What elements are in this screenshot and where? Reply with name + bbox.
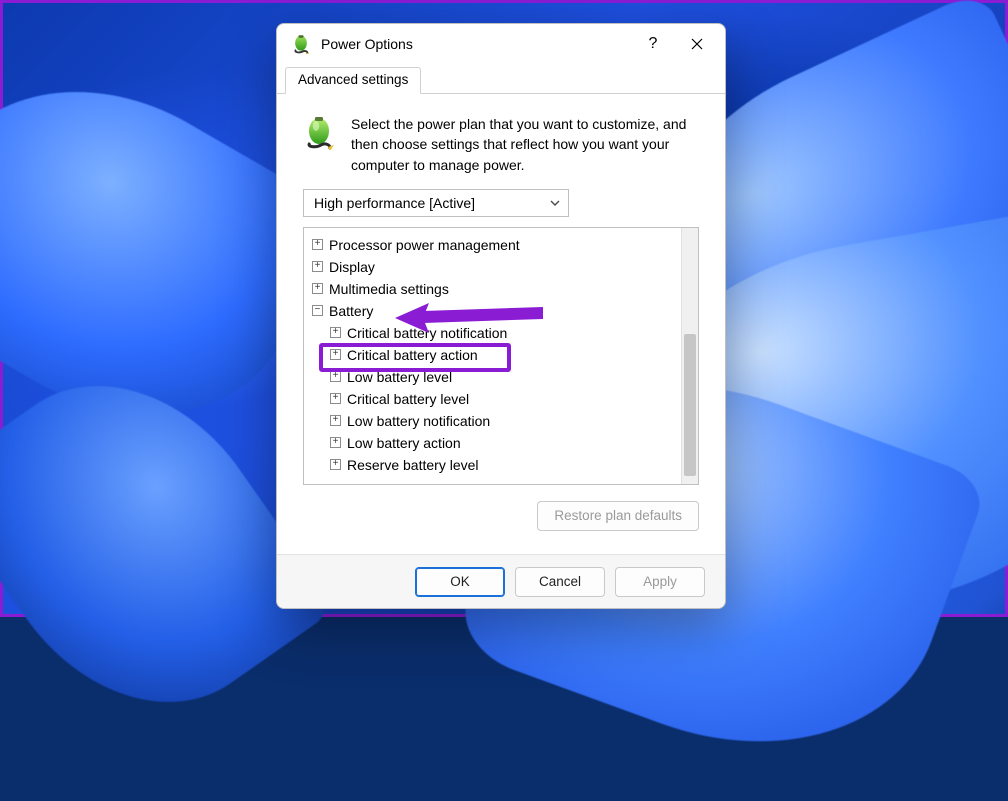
settings-tree-container: + Processor power management + Display + Mu… bbox=[303, 227, 699, 485]
tab-body: Select the power plan that you want to c… bbox=[277, 94, 725, 554]
power-plan-select[interactable]: High performance [Active] bbox=[303, 189, 569, 217]
vertical-scrollbar[interactable] bbox=[681, 228, 698, 484]
tree-item-low-battery-level[interactable]: + Low battery level bbox=[312, 366, 677, 388]
tree-item-low-battery-notification[interactable]: + Low battery notification bbox=[312, 410, 677, 432]
battery-power-icon bbox=[303, 116, 337, 150]
tree-item-critical-battery-notification[interactable]: + Critical battery notification bbox=[312, 322, 677, 344]
window-title: Power Options bbox=[321, 36, 413, 52]
tree-item-label: Processor power management bbox=[329, 237, 520, 253]
tree-item-processor-power-management[interactable]: + Processor power management bbox=[312, 234, 677, 256]
power-options-dialog: Power Options ? Advanced settings Select… bbox=[276, 23, 726, 609]
expand-icon[interactable]: + bbox=[330, 415, 341, 426]
close-icon bbox=[691, 38, 703, 50]
expand-icon[interactable]: + bbox=[330, 393, 341, 404]
collapse-icon[interactable]: − bbox=[312, 305, 323, 316]
tab-row: Advanced settings bbox=[277, 64, 725, 94]
expand-icon[interactable]: + bbox=[330, 371, 341, 382]
tree-item-label: Reserve battery level bbox=[347, 457, 479, 473]
tree-item-multimedia-settings[interactable]: + Multimedia settings bbox=[312, 278, 677, 300]
intro-text: Select the power plan that you want to c… bbox=[351, 114, 699, 175]
tree-item-critical-battery-level[interactable]: + Critical battery level bbox=[312, 388, 677, 410]
tree-item-label: Critical battery level bbox=[347, 391, 469, 407]
tree-item-label: Low battery action bbox=[347, 435, 461, 451]
tree-item-battery[interactable]: −Battery bbox=[312, 300, 677, 322]
tree-item-reserve-battery-level[interactable]: + Reserve battery level bbox=[312, 454, 677, 476]
settings-tree[interactable]: + Processor power management + Display + Mu… bbox=[304, 228, 681, 484]
tree-item-label: Critical battery action bbox=[347, 347, 478, 363]
titlebar[interactable]: Power Options ? bbox=[277, 24, 725, 64]
chevron-down-icon bbox=[550, 198, 560, 208]
cancel-button[interactable]: Cancel bbox=[515, 567, 605, 597]
dialog-button-bar: OK Cancel Apply bbox=[277, 554, 725, 608]
tab-advanced-settings[interactable]: Advanced settings bbox=[285, 67, 421, 94]
expand-icon[interactable]: + bbox=[330, 349, 341, 360]
expand-icon[interactable]: + bbox=[330, 437, 341, 448]
tree-item-label: Display bbox=[329, 259, 375, 275]
tree-item-label: Low battery notification bbox=[347, 413, 490, 429]
tree-item-label: Low battery level bbox=[347, 369, 452, 385]
power-options-icon bbox=[291, 34, 311, 54]
power-plan-selected: High performance [Active] bbox=[314, 195, 475, 211]
expand-icon[interactable]: + bbox=[312, 261, 323, 272]
intro-section: Select the power plan that you want to c… bbox=[303, 114, 699, 175]
tree-item-label: Battery bbox=[329, 303, 373, 319]
expand-icon[interactable]: + bbox=[330, 327, 341, 338]
apply-button[interactable]: Apply bbox=[615, 567, 705, 597]
scrollbar-thumb[interactable] bbox=[684, 334, 696, 476]
expand-icon[interactable]: + bbox=[312, 239, 323, 250]
tree-item-label: Critical battery notification bbox=[347, 325, 507, 341]
tree-item-label: Multimedia settings bbox=[329, 281, 449, 297]
restore-plan-defaults-button[interactable]: Restore plan defaults bbox=[537, 501, 699, 531]
ok-button[interactable]: OK bbox=[415, 567, 505, 597]
expand-icon[interactable]: + bbox=[330, 459, 341, 470]
tree-item-critical-battery-action[interactable]: + Critical battery action bbox=[312, 344, 677, 366]
close-button[interactable] bbox=[675, 27, 719, 61]
expand-icon[interactable]: + bbox=[312, 283, 323, 294]
tree-item-display[interactable]: + Display bbox=[312, 256, 677, 278]
tree-item-low-battery-action[interactable]: + Low battery action bbox=[312, 432, 677, 454]
help-button[interactable]: ? bbox=[631, 27, 675, 61]
